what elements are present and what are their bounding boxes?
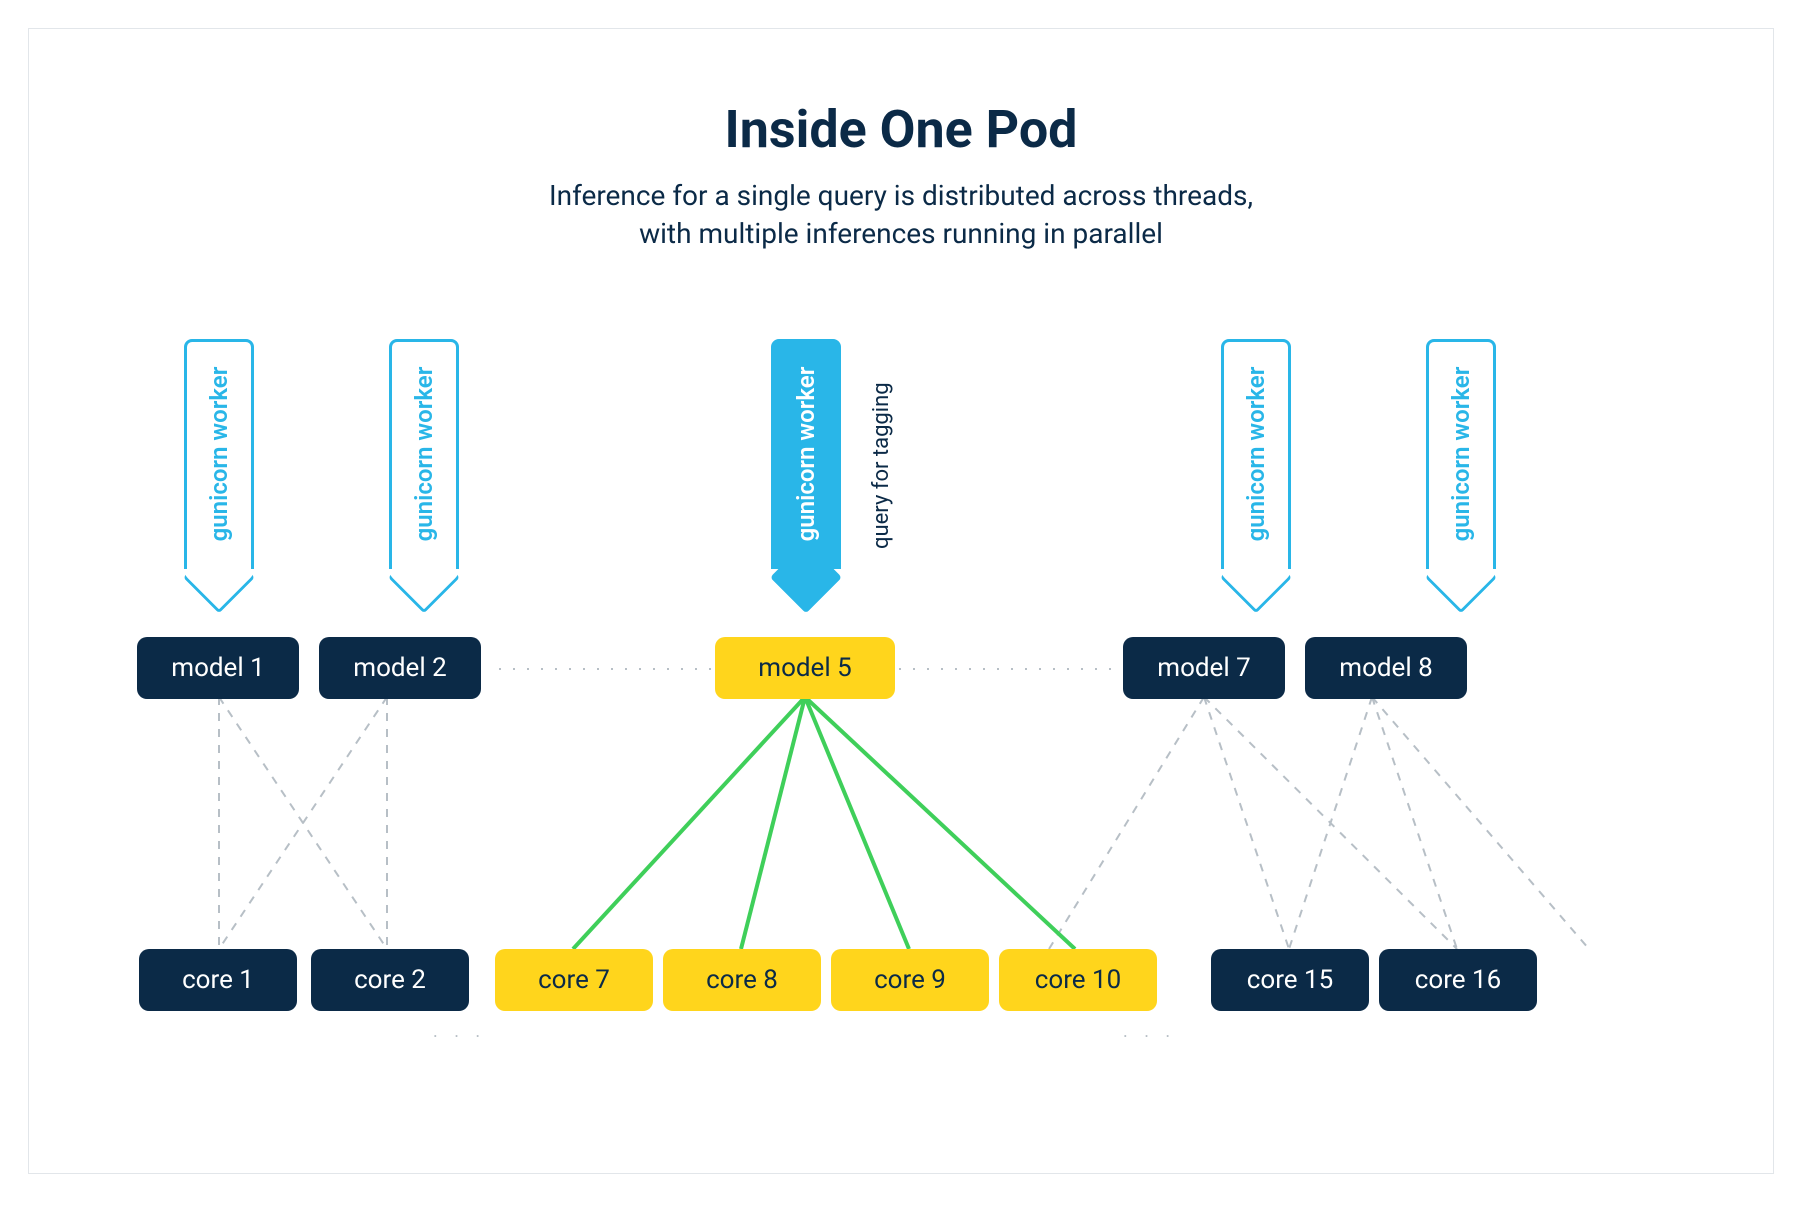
gunicorn-worker-1: gunicorn worker bbox=[184, 339, 254, 569]
model-2-box: model 2 bbox=[319, 637, 481, 699]
worker-label: gunicorn worker bbox=[205, 367, 233, 542]
gunicorn-worker-7: gunicorn worker bbox=[1221, 339, 1291, 569]
gunicorn-worker-8: gunicorn worker bbox=[1426, 339, 1496, 569]
gunicorn-worker-2: gunicorn worker bbox=[389, 339, 459, 569]
core-15-box: core 15 bbox=[1211, 949, 1369, 1011]
core-9-box: core 9 bbox=[831, 949, 989, 1011]
core-16-box: core 16 bbox=[1379, 949, 1537, 1011]
diagram-subtitle-line1: Inference for a single query is distribu… bbox=[29, 179, 1773, 212]
diagram-title: Inside One Pod bbox=[29, 99, 1773, 160]
model-8-box: model 8 bbox=[1305, 637, 1467, 699]
worker-label: gunicorn worker bbox=[792, 367, 820, 542]
query-for-tagging-label: query for tagging bbox=[869, 382, 894, 549]
core-10-box: core 10 bbox=[999, 949, 1157, 1011]
cores-ellipsis-right: . . . bbox=[1123, 1021, 1176, 1042]
gunicorn-worker-5-active: gunicorn worker bbox=[771, 339, 841, 569]
model-1-box: model 1 bbox=[137, 637, 299, 699]
model-5-box-active: model 5 bbox=[715, 637, 895, 699]
core-1-box: core 1 bbox=[139, 949, 297, 1011]
diagram-subtitle-line2: with multiple inferences running in para… bbox=[29, 217, 1773, 250]
core-7-box: core 7 bbox=[495, 949, 653, 1011]
worker-label: gunicorn worker bbox=[1242, 367, 1270, 542]
diagram-canvas: Inside One Pod Inference for a single qu… bbox=[28, 28, 1774, 1174]
model-7-box: model 7 bbox=[1123, 637, 1285, 699]
worker-label: gunicorn worker bbox=[410, 367, 438, 542]
core-8-box: core 8 bbox=[663, 949, 821, 1011]
worker-label: gunicorn worker bbox=[1447, 367, 1475, 542]
cores-ellipsis-left: . . . bbox=[433, 1021, 486, 1042]
core-2-box: core 2 bbox=[311, 949, 469, 1011]
